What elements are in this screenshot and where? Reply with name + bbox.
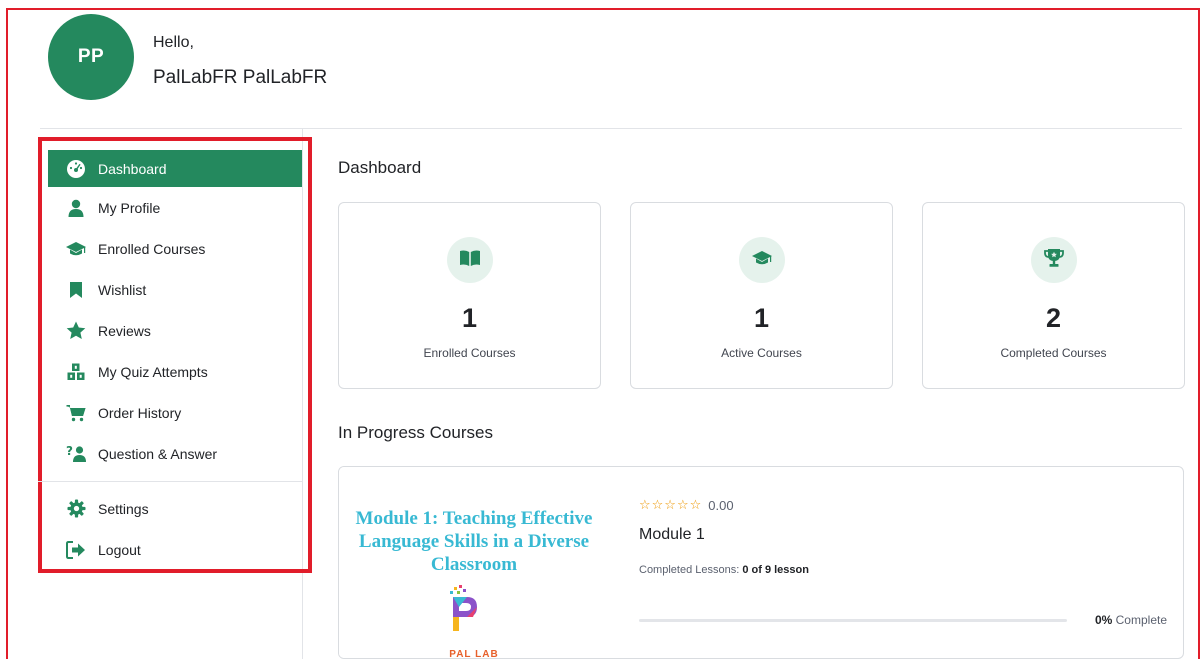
header-divider bbox=[40, 128, 1182, 129]
sidebar-item-wishlist[interactable]: Wishlist bbox=[48, 269, 302, 310]
thumbnail-brand: PAL LAB bbox=[449, 649, 499, 659]
greeting-text: Hello, bbox=[153, 34, 194, 51]
star-icon bbox=[66, 321, 86, 341]
sidebar-item-label: My Quiz Attempts bbox=[98, 363, 208, 380]
quiz-blocks-icon bbox=[66, 362, 86, 382]
gear-icon bbox=[66, 499, 86, 519]
avatar: PP bbox=[48, 14, 134, 100]
sidebar-item-label: Wishlist bbox=[98, 281, 147, 298]
sidebar-item-my-quiz-attempts[interactable]: My Quiz Attempts bbox=[48, 351, 302, 392]
stat-label: Completed Courses bbox=[1000, 346, 1107, 360]
avatar-initials: PP bbox=[77, 46, 105, 67]
progress-bar bbox=[639, 619, 1067, 622]
progress-percent: 0% bbox=[1094, 613, 1113, 627]
sidebar-item-enrolled-courses[interactable]: Enrolled Courses bbox=[48, 228, 302, 269]
sidebar-item-dashboard[interactable]: Dashboard bbox=[48, 150, 302, 187]
stat-card-active: 1 Active Courses bbox=[630, 202, 893, 389]
stat-value: 1 bbox=[753, 303, 770, 333]
course-rating: ☆☆☆☆☆ 0.00 bbox=[639, 497, 734, 513]
progress-status: 0% Complete bbox=[1095, 613, 1167, 627]
sidebar-item-my-profile[interactable]: My Profile bbox=[48, 187, 302, 228]
sidebar-item-label: Question & Answer bbox=[98, 445, 218, 462]
sidebar-item-reviews[interactable]: Reviews bbox=[48, 310, 302, 351]
cart-icon bbox=[66, 403, 86, 423]
question-answer-icon: ? bbox=[66, 444, 86, 464]
logout-icon bbox=[66, 540, 86, 560]
stat-value: 2 bbox=[1045, 303, 1062, 333]
graduation-cap-icon bbox=[66, 239, 86, 259]
stat-icon-circle bbox=[446, 237, 493, 283]
sidebar-item-label: Settings bbox=[98, 500, 149, 517]
bookmark-icon bbox=[66, 280, 86, 300]
sidebar-item-label: Reviews bbox=[98, 322, 151, 339]
sidebar-item-label: Dashboard bbox=[98, 160, 167, 177]
pal-lab-logo-icon bbox=[445, 585, 479, 638]
sidebar-item-question-answer[interactable]: ? Question & Answer bbox=[48, 433, 302, 474]
stat-value: 1 bbox=[461, 303, 478, 333]
rating-value: 0.00 bbox=[708, 497, 734, 513]
user-icon bbox=[66, 198, 86, 218]
svg-text:?: ? bbox=[66, 444, 73, 458]
sidebar-item-label: Enrolled Courses bbox=[98, 240, 206, 257]
sidebar-item-logout[interactable]: Logout bbox=[48, 529, 302, 570]
course-title[interactable]: Module 1 bbox=[639, 526, 705, 544]
stat-icon-circle bbox=[1030, 237, 1077, 283]
sidebar-item-label: Order History bbox=[98, 404, 182, 421]
stat-label: Enrolled Courses bbox=[423, 346, 516, 360]
book-open-icon bbox=[459, 249, 481, 272]
page-title: Dashboard bbox=[338, 158, 422, 177]
dashboard-gauge-icon bbox=[66, 159, 86, 179]
in-progress-title: In Progress Courses bbox=[338, 423, 493, 442]
completed-lessons: Completed Lessons: 0 of 9 lesson bbox=[639, 564, 809, 576]
sidebar-nav: Dashboard My Profile Enrolled Courses Wi… bbox=[38, 150, 302, 570]
sidebar-item-order-history[interactable]: Order History bbox=[48, 392, 302, 433]
lessons-label: Completed Lessons: bbox=[639, 564, 740, 576]
course-card[interactable]: Module 1: Teaching Effective Language Sk… bbox=[338, 466, 1184, 659]
lessons-value: 0 of 9 lesson bbox=[742, 564, 809, 576]
trophy-icon bbox=[1043, 248, 1064, 273]
star-rating-icons: ☆☆☆☆☆ bbox=[639, 497, 703, 512]
user-name: PalLabFR PalLabFR bbox=[153, 67, 328, 88]
sidebar-item-label: My Profile bbox=[98, 199, 161, 216]
sidebar-separator bbox=[38, 481, 302, 482]
stat-icon-circle bbox=[738, 237, 785, 283]
progress-suffix: Complete bbox=[1115, 613, 1167, 627]
course-thumbnail[interactable]: Module 1: Teaching Effective Language Sk… bbox=[339, 467, 609, 659]
graduation-cap-icon bbox=[751, 250, 772, 271]
stat-label: Active Courses bbox=[721, 346, 802, 360]
sidebar-item-settings[interactable]: Settings bbox=[48, 488, 302, 529]
sidebar-item-label: Logout bbox=[98, 541, 141, 558]
stat-card-enrolled: 1 Enrolled Courses bbox=[338, 202, 601, 389]
thumbnail-title: Module 1: Teaching Effective Language Sk… bbox=[355, 508, 593, 575]
stat-card-completed: 2 Completed Courses bbox=[922, 202, 1185, 389]
